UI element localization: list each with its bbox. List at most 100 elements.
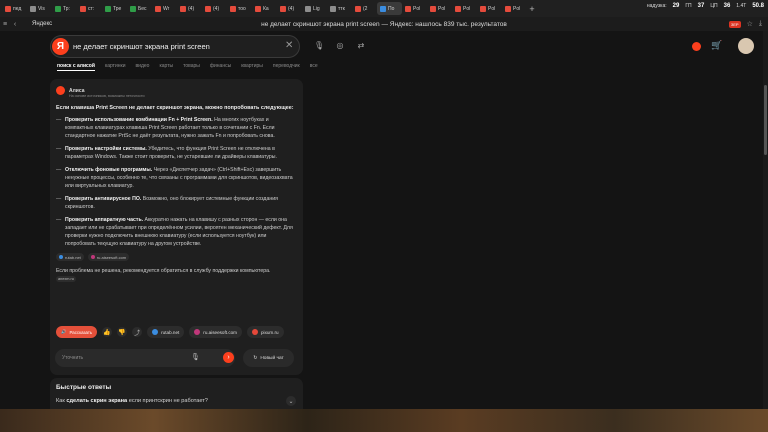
browser-tab[interactable]: Ка [252,2,277,15]
browser-tab[interactable]: Бес [127,2,152,15]
tab-label: Бес [138,5,147,12]
address-actions: ЗЕР ☆ ⤓ [728,20,762,28]
browser-tab[interactable]: ст: [77,2,102,15]
list-item: — Отключить фоновые программы. Через «Дис… [56,166,295,190]
clear-icon[interactable]: ✕ [285,40,293,51]
search-tab[interactable]: переводчик [273,63,300,71]
yandex-logo[interactable]: Я [52,38,69,55]
send-icon[interactable]: › [223,352,234,363]
site-chip[interactable]: pixum.ru [247,326,284,338]
browser-tab[interactable]: Тре [102,2,127,15]
tab-favicon-icon [405,5,411,12]
tab-favicon-icon [430,5,436,12]
source-favicon-icon [59,255,63,259]
camera-search-icon[interactable]: ◎ [335,41,345,51]
like-icon[interactable]: 👍 [102,327,113,337]
system-monitor: надузка: 29 ГП 37 ЦП 36 1.4Т 50.8 [647,3,764,9]
search-tab[interactable]: товары [183,63,200,71]
scrollbar-thumb[interactable] [764,85,767,155]
followup-input[interactable]: Уточнить 🎙 › [55,349,235,367]
browser-tab[interactable]: (4) [202,2,227,15]
microphone-icon[interactable]: 🎙 [191,353,200,361]
cart-icon[interactable]: 🛒 [711,40,722,51]
browser-tab[interactable]: Pol [427,2,452,15]
avatar[interactable] [738,38,754,54]
tab-label: Pol [488,5,496,12]
tab-label: Тре [113,5,122,12]
list-item-heading: Проверить аппаратную часть. [65,217,144,223]
site-favicon-icon [252,329,258,335]
browser-tab[interactable]: Vis [27,2,52,15]
chevron-down-icon[interactable]: ⌄ [286,396,296,406]
search-tab[interactable]: поиск с алисой [57,63,95,71]
search-input[interactable]: не делает скриншот экрана print screen [73,42,210,51]
tab-label: Pol [513,5,521,12]
list-item: — Проверить настройки системы. Убедитесь,… [56,145,295,161]
source-favicon-icon [90,255,95,259]
source-chip[interactable]: rutab.net [56,253,84,261]
search-tab[interactable]: все [310,63,318,71]
bookmark-icon[interactable]: ☆ [747,20,753,28]
browser-tab[interactable]: Pol [402,2,427,15]
site-chip[interactable]: ru.aiseesoft.com [189,326,242,338]
tab-favicon-icon [505,5,511,12]
tab-favicon-icon [5,5,11,12]
alice-icon[interactable] [692,42,701,51]
tab-label: (2 [363,5,368,12]
tab-label: Тр: [63,5,70,12]
browser-tab[interactable]: Lig [302,2,327,15]
tell-button[interactable]: 🔊 Рассказать [56,326,98,338]
tab-favicon-icon [30,5,36,12]
browser-tab[interactable]: Wr [152,2,177,15]
footer-source[interactable]: anexm.ru [56,276,76,282]
refresh-icon: ↻ [253,355,258,361]
browser-tab[interactable]: Pol [477,2,502,15]
tab-label: (4) [288,5,295,12]
browser-tab[interactable]: Pol [502,2,527,15]
browser-tab[interactable]: тоо [227,2,252,15]
quick-question[interactable]: Как сделать скрин экрана если принтскрин… [56,398,208,404]
new-tab-icon[interactable]: + [527,4,537,14]
browser-tab[interactable]: (4) [277,2,302,15]
search-tab[interactable]: карты [159,63,173,71]
list-item-heading: Проверить антивирусное ПО. [65,196,142,202]
tab-label: пед [13,5,22,12]
tab-favicon-icon [55,5,61,12]
search-tab[interactable]: квартиры [241,63,263,71]
tab-label: тоо [238,5,246,12]
cpu-value: 36 [723,3,731,9]
browser-tab[interactable]: (2 [352,2,377,15]
site-label: rutab.net [161,329,180,335]
followup-placeholder: Уточнить [62,355,84,361]
gpu-value: 37 [697,3,705,9]
quick-question-prefix: Как [56,398,67,404]
source-chip[interactable]: ru.aiseesoft.com [87,253,130,261]
tab-favicon-icon [180,5,186,12]
browser-tab[interactable]: (4) [177,2,202,15]
microphone-icon[interactable]: 🎙 [314,41,324,51]
browser-tab[interactable]: Pol [452,2,477,15]
tab-favicon-icon [280,5,286,12]
source-chips: rutab.net ru.aiseesoft.com [56,253,295,261]
extension-badge[interactable]: ЗЕР [728,20,741,28]
search-tab[interactable]: видео [136,63,150,71]
list-item-text: Проверить аппаратную часть. Аккуратно на… [65,216,295,248]
tab-favicon-icon [230,5,236,12]
browser-tab[interactable]: ттк [327,2,352,15]
download-icon[interactable]: ⤓ [759,20,762,28]
new-chat-button[interactable]: ↻ Новый чат [243,349,294,367]
translate-icon[interactable]: ⇄ [356,41,366,51]
search-tab[interactable]: картинки [105,63,126,71]
tab-label: По [388,5,395,12]
site-chip[interactable]: rutab.net [147,326,185,338]
tab-favicon-icon [305,5,311,12]
answer-author: Алиса [69,87,85,94]
tab-favicon-icon [380,5,386,12]
share-icon[interactable]: ⤴ [132,327,143,337]
search-tab[interactable]: финансы [210,63,231,71]
browser-tab[interactable]: пед [2,2,27,15]
browser-tab[interactable]: Тр: [52,2,77,15]
gpu-label: ГП [685,3,692,9]
browser-tab[interactable]: По [377,2,402,15]
dislike-icon[interactable]: 👎 [117,327,128,337]
